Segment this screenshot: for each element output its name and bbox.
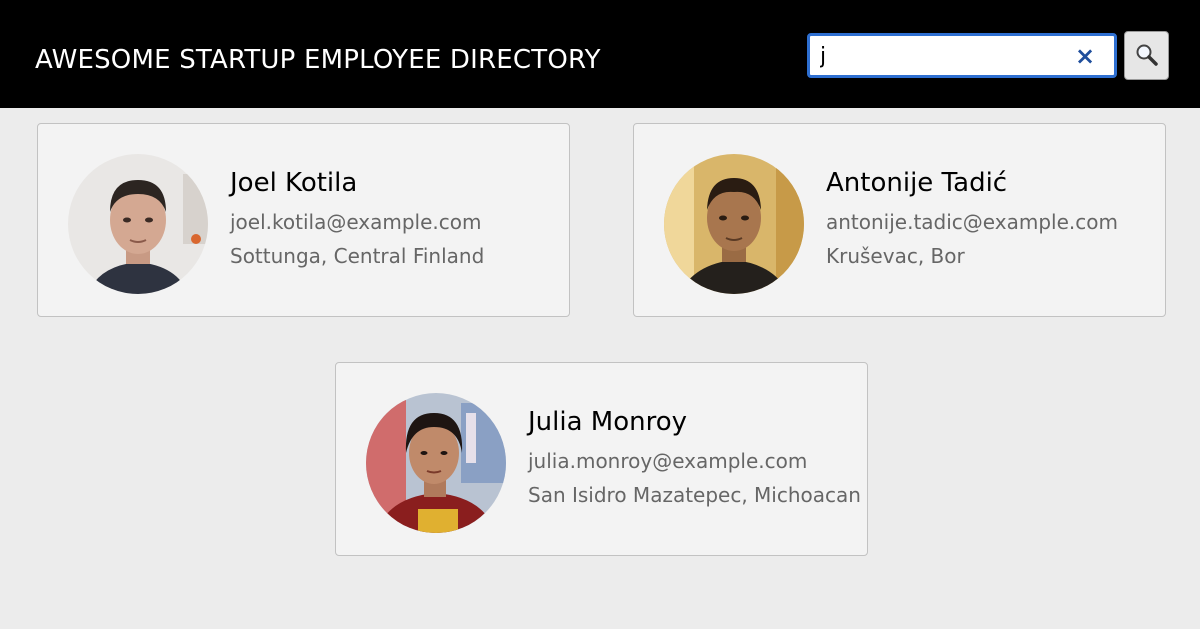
close-icon[interactable]: × [1072,42,1098,70]
employee-email: joel.kotila@example.com [230,210,482,234]
search-field[interactable]: × [807,33,1117,78]
employee-email: julia.monroy@example.com [528,449,808,473]
employee-card[interactable]: Joel Kotila joel.kotila@example.com Sott… [37,123,570,317]
search-icon [1136,44,1158,66]
employee-info: Joel Kotila joel.kotila@example.com Sott… [230,168,484,268]
avatar [366,393,506,533]
page-title: AWESOME STARTUP EMPLOYEE DIRECTORY [35,45,601,75]
search-input[interactable] [820,40,1060,72]
employee-location: Kruševac, Bor [826,244,965,268]
employee-info: Julia Monroy julia.monroy@example.com Sa… [528,407,861,507]
employee-card[interactable]: Julia Monroy julia.monroy@example.com Sa… [335,362,868,556]
employee-location: San Isidro Mazatepec, Michoacan [528,483,861,507]
employee-name: Joel Kotila [230,168,358,198]
employee-card[interactable]: Antonije Tadić antonije.tadic@example.co… [633,123,1166,317]
avatar [68,154,208,294]
employee-location: Sottunga, Central Finland [230,244,485,268]
employee-name: Antonije Tadić [826,168,1008,198]
employee-email: antonije.tadic@example.com [826,210,1118,234]
employee-name: Julia Monroy [528,407,688,437]
employee-info: Antonije Tadić antonije.tadic@example.co… [826,168,1118,268]
avatar [664,154,804,294]
search-button[interactable] [1124,31,1169,80]
